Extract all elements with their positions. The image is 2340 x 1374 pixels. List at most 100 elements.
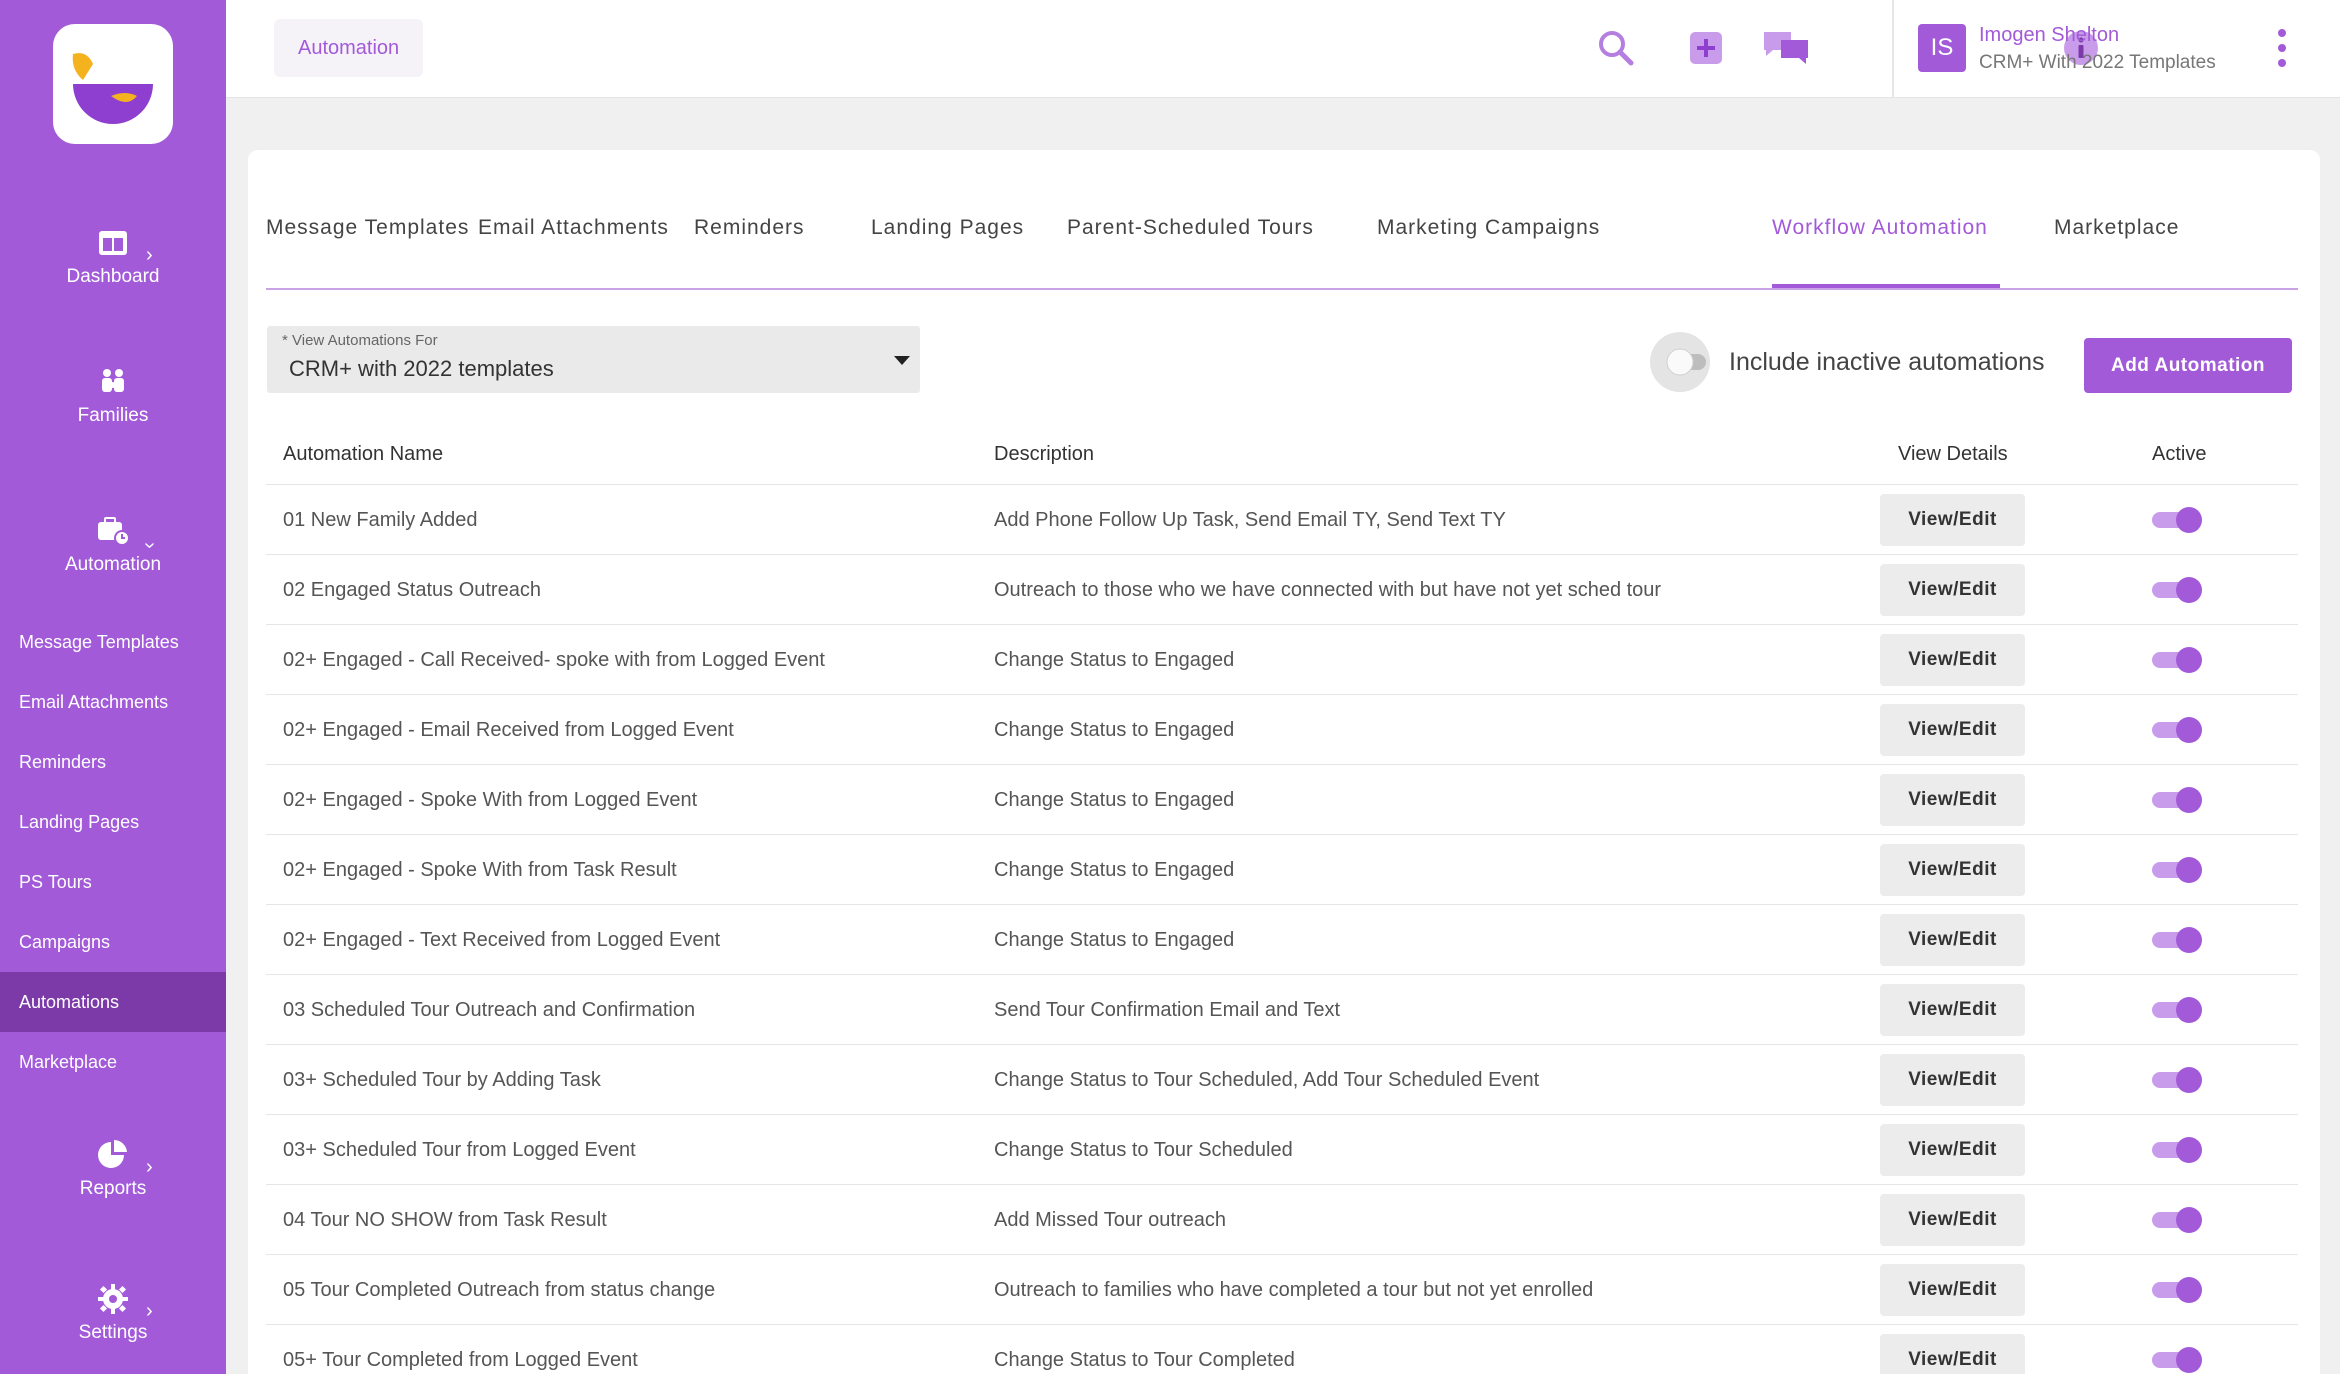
add-automation-button[interactable]: Add Automation [2084, 338, 2292, 393]
active-toggle[interactable] [2150, 1061, 2210, 1099]
active-toggle[interactable] [2150, 781, 2210, 819]
view-edit-button[interactable]: View/Edit [1880, 914, 2025, 966]
view-edit-button[interactable]: View/Edit [1880, 634, 2025, 686]
active-toggle[interactable] [2150, 501, 2210, 539]
table-row: 02+ Engaged - Spoke With from Task Resul… [266, 834, 2298, 904]
tab-email-attachments[interactable]: Email Attachments [478, 216, 669, 240]
automation-name: 03 Scheduled Tour Outreach and Confirmat… [283, 999, 696, 1021]
view-edit-button[interactable]: View/Edit [1880, 774, 2025, 826]
chevron-right-icon[interactable]: › [146, 244, 153, 267]
view-edit-button[interactable]: View/Edit [1880, 704, 2025, 756]
view-edit-button[interactable]: View/Edit [1880, 1124, 2025, 1176]
sidebar-item-automations[interactable]: Automations [0, 972, 226, 1032]
more-menu-icon[interactable] [2276, 28, 2288, 68]
table-row: 04 Tour NO SHOW from Task Result Add Mis… [266, 1184, 2298, 1254]
tab-landing-pages[interactable]: Landing Pages [871, 216, 1024, 240]
tab-workflow-automation[interactable]: Workflow Automation [1772, 216, 1988, 240]
automation-icon [98, 517, 130, 546]
chevron-right-icon[interactable]: › [146, 1300, 153, 1323]
view-edit-button[interactable]: View/Edit [1880, 1194, 2025, 1246]
breadcrumb[interactable]: Automation [274, 19, 424, 77]
table-row: 02+ Engaged - Text Received from Logged … [266, 904, 2298, 974]
table-row: 03+ Scheduled Tour by Adding Task Change… [266, 1044, 2298, 1114]
active-toggle[interactable] [2150, 1201, 2210, 1239]
view-edit-button[interactable]: View/Edit [1880, 1054, 2025, 1106]
select-value: CRM+ with 2022 templates [289, 356, 554, 381]
sidebar-item-reminders[interactable]: Reminders [0, 732, 226, 792]
automation-description: Change Status to Tour Completed [994, 1349, 1295, 1371]
table-row: 02+ Engaged - Spoke With from Logged Eve… [266, 764, 2298, 834]
tab-parent-scheduled-tours[interactable]: Parent-Scheduled Tours [1067, 216, 1314, 240]
top-header: Automation IS Imogen Shelton CRM+ With 2… [226, 0, 2340, 98]
search-icon[interactable] [1596, 28, 1636, 68]
active-toggle[interactable] [2150, 641, 2210, 679]
header-view-details: View Details [1898, 443, 2008, 465]
table-row: 01 New Family Added Add Phone Follow Up … [266, 484, 2298, 554]
nav-reports[interactable]: Reports [0, 1138, 226, 1200]
sidebar-item-marketplace[interactable]: Marketplace [0, 1032, 226, 1092]
user-org: CRM+ With 2022 Templates [1979, 52, 2216, 73]
nav-settings[interactable]: Settings [0, 1282, 226, 1344]
active-toggle[interactable] [2150, 1271, 2210, 1309]
reports-icon [98, 1140, 127, 1168]
automation-name: 03+ Scheduled Tour from Logged Event [283, 1139, 636, 1161]
main-card: Message Templates Email Attachments Remi… [248, 150, 2320, 1374]
nav-dashboard[interactable]: Dashboard [0, 226, 226, 288]
sidebar-item-campaigns[interactable]: Campaigns [0, 912, 226, 972]
automation-name: 02+ Engaged - Email Received from Logged… [283, 719, 734, 741]
active-tab-indicator [1772, 284, 2000, 288]
tab-marketing-campaigns[interactable]: Marketing Campaigns [1377, 216, 1600, 240]
automation-description: Change Status to Tour Scheduled [994, 1139, 1293, 1161]
caret-down-icon [894, 356, 910, 365]
view-edit-button[interactable]: View/Edit [1880, 844, 2025, 896]
avatar[interactable]: IS [1918, 24, 1966, 72]
families-icon [102, 369, 124, 392]
nav-automation-label: Automation [64, 554, 162, 575]
view-edit-button[interactable]: View/Edit [1880, 1334, 2025, 1374]
table-row: 05 Tour Completed Outreach from status c… [266, 1254, 2298, 1324]
active-toggle[interactable] [2150, 1131, 2210, 1169]
app-logo[interactable] [53, 24, 173, 144]
chevron-right-icon[interactable]: › [146, 1156, 153, 1179]
sidebar-item-ps-tours[interactable]: PS Tours [0, 852, 226, 912]
sidebar-item-landing-pages[interactable]: Landing Pages [0, 792, 226, 852]
add-icon[interactable] [1686, 28, 1726, 68]
chevron-down-icon[interactable]: › [138, 542, 161, 549]
active-toggle[interactable] [2150, 991, 2210, 1029]
active-toggle[interactable] [2150, 921, 2210, 959]
user-name[interactable]: Imogen Shelton [1979, 24, 2119, 47]
dashboard-icon [99, 231, 127, 255]
tab-reminders[interactable]: Reminders [694, 216, 805, 240]
view-edit-button[interactable]: View/Edit [1880, 984, 2025, 1036]
view-edit-button[interactable]: View/Edit [1880, 564, 2025, 616]
chat-icon[interactable] [1761, 28, 1811, 68]
sidebar-item-email-attachments[interactable]: Email Attachments [0, 672, 226, 732]
automations-table: 01 New Family Added Add Phone Follow Up … [266, 484, 2298, 1374]
active-toggle[interactable] [2150, 1341, 2210, 1374]
sidebar-item-message-templates[interactable]: Message Templates [0, 612, 226, 672]
automation-description: Send Tour Confirmation Email and Text [994, 999, 1341, 1021]
automation-name: 05 Tour Completed Outreach from status c… [283, 1279, 716, 1301]
automation-name: 01 New Family Added [283, 509, 478, 531]
tab-marketplace[interactable]: Marketplace [2054, 216, 2179, 240]
table-row: 05+ Tour Completed from Logged Event Cha… [266, 1324, 2298, 1374]
automation-name: 02 Engaged Status Outreach [283, 579, 541, 601]
view-edit-button[interactable]: View/Edit [1880, 1264, 2025, 1316]
nav-settings-label: Settings [78, 1322, 148, 1343]
nav-dashboard-label: Dashboard [66, 266, 160, 287]
settings-icon [98, 1284, 128, 1314]
active-toggle[interactable] [2150, 711, 2210, 749]
nav-reports-label: Reports [79, 1178, 147, 1199]
automations-for-select[interactable]: * View Automations For CRM+ with 2022 te… [267, 326, 920, 393]
sidebar: Dashboard › Families Automation › Messag… [0, 0, 226, 1374]
tab-message-templates[interactable]: Message Templates [266, 216, 469, 240]
active-toggle[interactable] [2150, 851, 2210, 889]
include-inactive-toggle[interactable] [1650, 332, 1710, 392]
active-toggle[interactable] [2150, 571, 2210, 609]
nav-families[interactable]: Families [0, 365, 226, 427]
view-edit-button[interactable]: View/Edit [1880, 494, 2025, 546]
automation-description: Outreach to families who have completed … [994, 1279, 1594, 1301]
automation-name: 04 Tour NO SHOW from Task Result [283, 1209, 607, 1231]
header-description: Description [994, 443, 1095, 465]
nav-automation[interactable]: Automation [0, 514, 226, 576]
